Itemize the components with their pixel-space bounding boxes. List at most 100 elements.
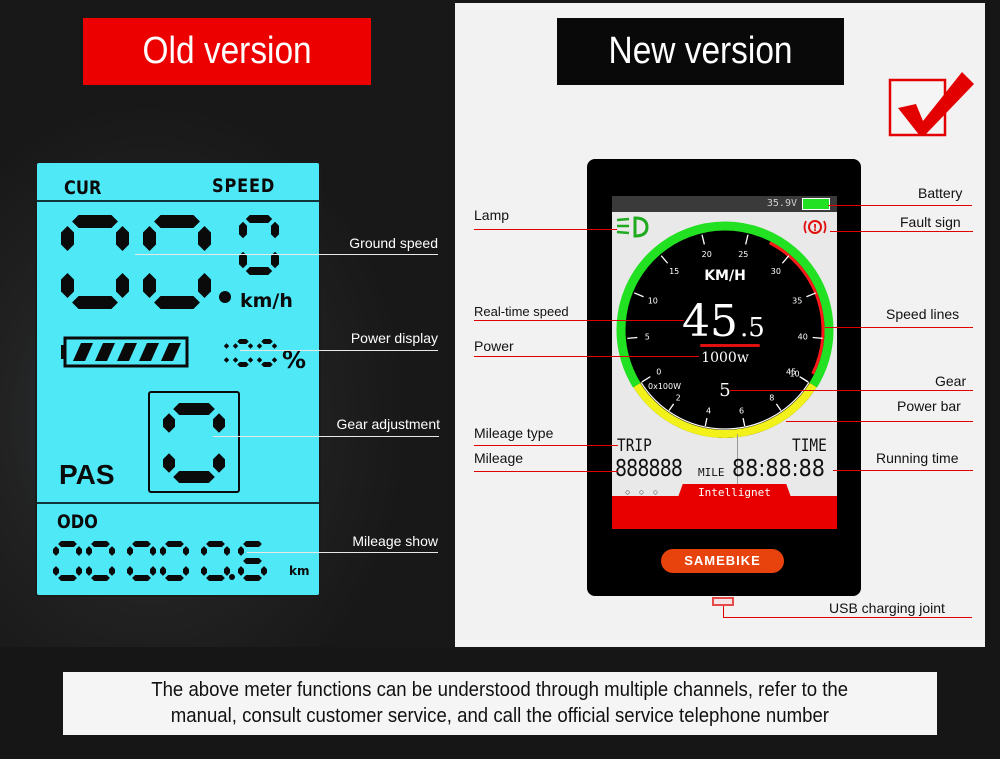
lcd-segment [224,546,230,556]
lcd-segment [272,357,277,363]
lcd-segment [243,558,262,564]
battery-bar [95,343,115,361]
callout-line [474,229,617,230]
mileage-value: 888888 [615,456,683,482]
lcd-segment [61,226,74,251]
svg-text:!: ! [813,223,818,234]
lcd-segment [165,541,184,547]
lcd-segment [198,273,211,298]
lcd-segment [206,541,225,547]
power-tick-label: 10 [789,369,799,378]
lcd-segment [116,226,129,251]
lcd-segment [245,215,273,223]
battery-level-icon [61,336,189,368]
speed-integer: 45 [682,296,738,347]
speed-tick-label: 10 [648,297,658,306]
lcd-segment [213,413,225,433]
callout-fault-sign: Fault sign [900,214,961,230]
lcd-segment [224,566,230,576]
odo-label: ODO [57,511,98,533]
battery-bar [139,343,159,361]
callout-ground-speed: Ground speed [349,235,438,251]
callout-line [474,320,684,321]
speed-tick-label: 15 [669,267,679,276]
lcd-segment [173,471,215,483]
callout-gear: Gear [935,373,967,389]
lcd-segment [91,541,110,547]
footer-line-1: The above meter functions can be underst… [151,679,849,701]
lcd-segment [72,296,118,309]
mileage-unit: MILE [698,466,725,479]
lcd-segment [238,566,244,576]
lcd-segment [143,273,156,298]
battery-bar [161,343,181,361]
lcd-segment [261,339,273,344]
cur-label: CUR [64,177,102,199]
odo-unit: km [289,564,310,578]
lcd-segment [58,541,77,547]
lcd-segment [261,362,273,367]
fault-warning-icon: ! [803,220,827,234]
callout-usb-charging-joint: USB charging joint [829,600,945,616]
speed-tick-label: 35 [792,297,802,306]
lcd-segment [224,357,229,363]
lcd-segment [132,541,151,547]
brand-tab: Intellignet [677,484,792,500]
callout-running-time: Running time [876,450,959,466]
speed-unit: km/h [240,290,293,312]
lcd-segment [245,267,273,275]
power-tick-label: 6 [739,406,744,415]
speed-tick [627,336,638,339]
trip-label: TRIP [617,436,652,456]
new-version-text: New version [608,30,793,72]
lcd-segment [127,546,133,556]
old-lcd-display: CUR SPEED km/h % PAS ODO km [35,161,321,597]
lcd-segment [143,226,156,251]
lcd-segment [86,546,92,556]
lcd-segment [272,343,277,349]
power-scale-label: 0x100W [648,382,681,391]
lcd-segment [154,215,200,228]
speed-tick-label: 20 [702,250,712,259]
lcd-segment [53,566,59,576]
lcd-segment [76,546,82,556]
power-tick-label: 8 [769,393,774,402]
lcd-segment [163,453,175,473]
power-tick-label: 4 [706,406,711,415]
speed-tick [812,336,823,339]
old-version-label: Old version [83,18,371,85]
lcd-segment [257,343,262,349]
speed-tick-label: 5 [645,333,650,342]
lcd-segment [248,343,253,349]
speed-decimal: .5 [740,313,765,343]
lcd-segment [243,541,262,547]
check-mark-icon [888,72,974,137]
lcd-segment [72,215,118,228]
callout-real-time-speed: Real-time speed [474,304,569,319]
callout-line [786,421,973,422]
lcd-segment [257,357,262,363]
callout-line [474,471,618,472]
power-tick-label: 2 [676,393,681,402]
battery-bar [117,343,137,361]
lcd-segment [237,339,249,344]
footer-note: The above meter functions can be underst… [63,672,937,735]
lcd-segment [201,566,207,576]
callout-line [828,205,972,206]
lcd-segment [201,546,207,556]
lcd-segment [116,273,129,298]
odo-segment-digits [53,541,267,581]
lcd-segment [127,566,133,576]
speed-underline [700,344,760,347]
lcd-segment [233,343,238,349]
battery-bar [73,343,93,361]
samebike-logo-button: SAMEBIKE [661,549,784,573]
lcd-divider [37,502,319,504]
running-time-value: 88:88:88 [732,456,825,482]
callout-line [247,552,438,553]
speed-tick-label: 30 [771,267,781,276]
lcd-segment [109,546,115,556]
callout-line [240,350,438,351]
speed-tick-label: 40 [798,333,808,342]
lcd-segment [150,566,156,576]
